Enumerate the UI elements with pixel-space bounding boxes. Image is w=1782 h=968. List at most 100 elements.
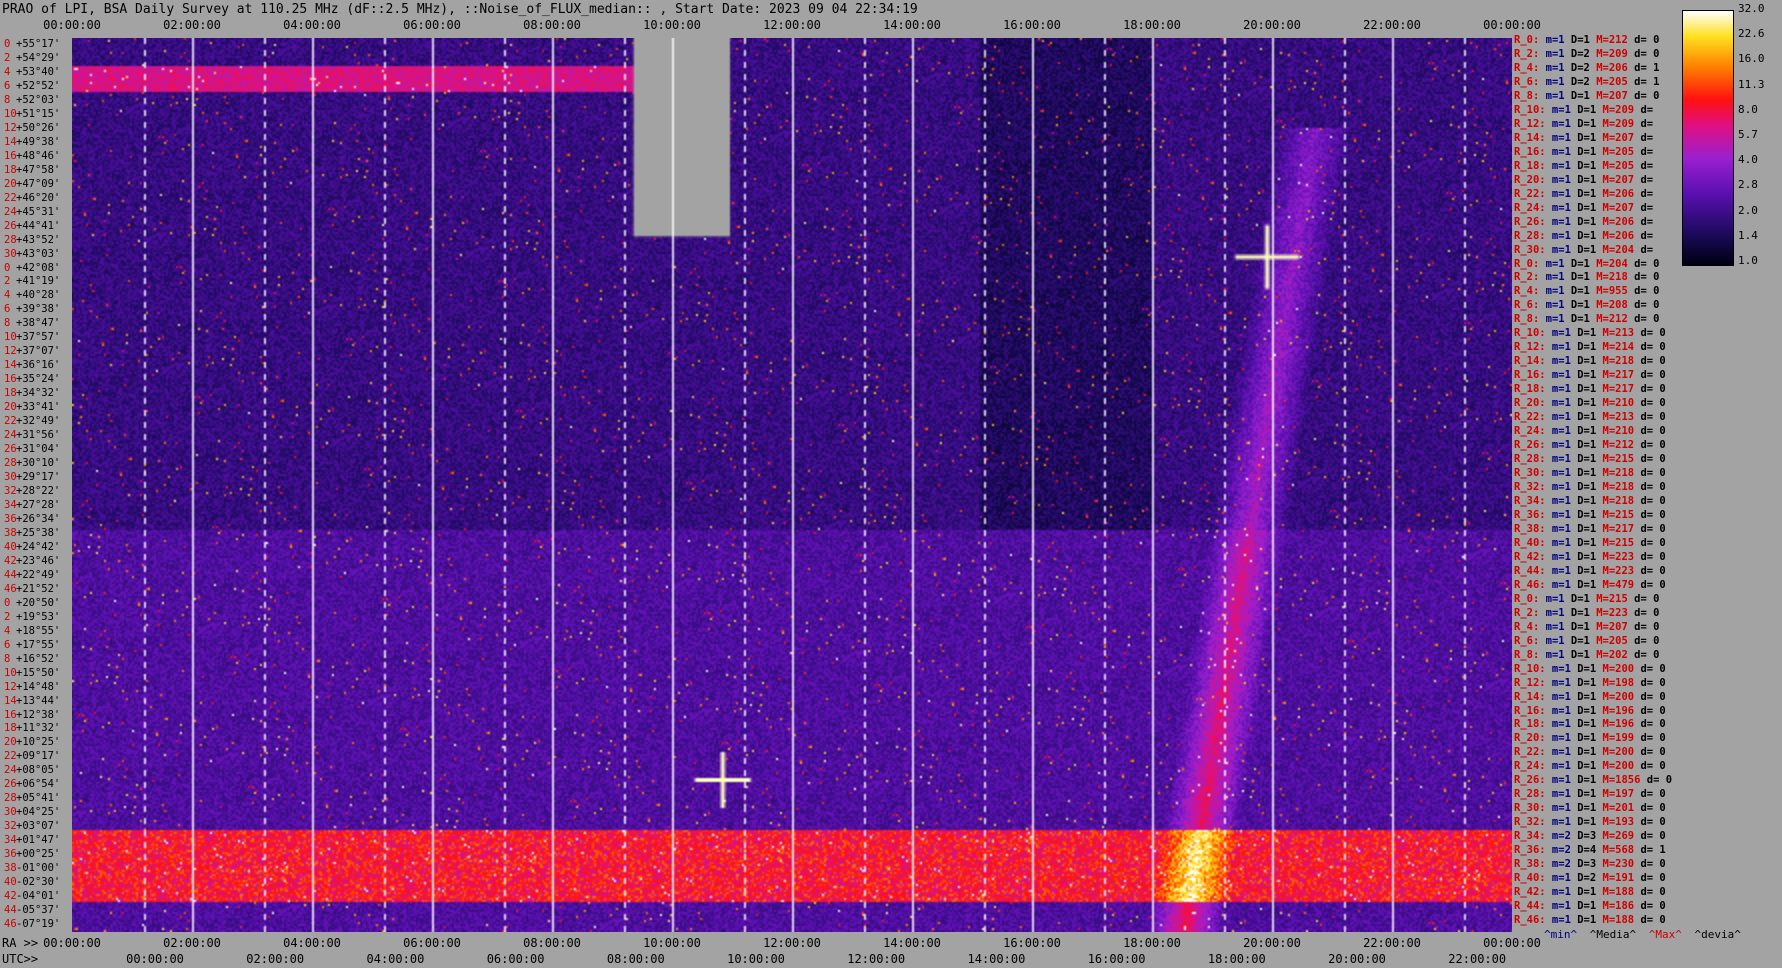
dec-index: 26: [4, 778, 17, 791]
stat-r: R_8:: [1514, 648, 1540, 661]
stat-d: d=: [1634, 103, 1654, 116]
stat-r: R_4:: [1514, 285, 1540, 298]
stat-D: D=1: [1570, 145, 1597, 158]
stat-D: D=1: [1570, 802, 1597, 815]
stat-r: R_26:: [1514, 774, 1546, 787]
stat-d: d= 0: [1634, 830, 1666, 843]
stat-d: d=: [1634, 229, 1654, 242]
stat-D: D=1: [1570, 159, 1597, 172]
stat-m: m=1: [1545, 159, 1571, 172]
stat-D: D=1: [1570, 494, 1597, 507]
stat-d: d=: [1634, 201, 1654, 214]
stat-r: R_38:: [1514, 522, 1546, 535]
stat-M: M=218: [1596, 494, 1635, 507]
stat-m: m=1: [1539, 271, 1565, 284]
stat-r: R_14:: [1514, 131, 1546, 144]
stat-row: R_20: m=1 D=1 M=210 d= 0: [1514, 397, 1666, 409]
stat-d: d= 0: [1634, 453, 1666, 466]
dec-label: 10+15°50': [4, 667, 60, 679]
stat-row: R_32: m=1 D=1 M=193 d= 0: [1514, 816, 1666, 828]
stat-row: R_22: m=1 D=1 M=206 d=: [1514, 188, 1653, 200]
stat-D: D=1: [1570, 536, 1597, 549]
dec-index: 8: [4, 93, 11, 106]
stat-d: d= 0: [1634, 760, 1666, 773]
dec-value: +43°03': [16, 247, 61, 260]
stat-r: R_10:: [1514, 103, 1546, 116]
stat-m: m=1: [1545, 760, 1571, 773]
stat-m: m=1: [1545, 411, 1571, 424]
stat-d: d= 0: [1634, 732, 1666, 745]
dec-index: 16: [4, 373, 17, 386]
stat-D: D=1: [1570, 676, 1597, 689]
ra-axis-tick: 18:00:00: [1123, 936, 1181, 950]
utc-axis-tick: 08:00:00: [606, 952, 665, 966]
ra-axis-label: RA >>: [2, 936, 39, 950]
dec-index: 32: [4, 820, 17, 833]
ra-axis-tick: 00:00:00: [43, 936, 101, 950]
stat-d: d= 0: [1634, 872, 1666, 885]
stat-M: M=196: [1596, 704, 1635, 717]
stat-row: R_18: m=1 D=1 M=217 d= 0: [1514, 383, 1666, 395]
stat-r: R_12:: [1514, 341, 1546, 354]
stat-r: R_16:: [1514, 369, 1546, 382]
dec-label: 14+49°38': [4, 136, 60, 148]
stat-row: R_34: m=2 D=3 M=269 d= 0: [1514, 830, 1666, 842]
stat-d: d= 0: [1634, 886, 1666, 899]
dec-index: 42: [4, 890, 17, 903]
stat-M: M=223: [1589, 606, 1628, 619]
stat-M: M=212: [1596, 439, 1635, 452]
stat-m: m=1: [1545, 117, 1571, 130]
stat-M: M=209: [1589, 47, 1628, 60]
dec-label: 40+24°42': [4, 541, 60, 553]
stat-M: M=214: [1596, 341, 1635, 354]
top-axis-tick: 06:00:00: [403, 18, 461, 32]
stat-m: m=1: [1539, 592, 1565, 605]
dec-value: +47°58': [16, 163, 61, 176]
stat-M: M=230: [1596, 858, 1635, 871]
dec-value: +10°25': [16, 736, 61, 749]
stat-row: R_10: m=1 D=1 M=200 d= 0: [1514, 663, 1666, 675]
dec-value: +31°56': [16, 429, 61, 442]
stat-row: R_46: m=1 D=1 M=479 d= 0: [1514, 579, 1666, 591]
stat-d: d= 0: [1634, 341, 1666, 354]
dec-label: 20+10°25': [4, 736, 60, 748]
dec-index: 6: [4, 303, 11, 316]
dec-label: 8 +16°52': [4, 653, 60, 665]
stat-M: M=218: [1596, 355, 1635, 368]
stat-D: D=1: [1564, 648, 1590, 661]
stat-d: d= 0: [1634, 788, 1666, 801]
dec-index: 44: [4, 568, 17, 581]
stat-m: m=1: [1545, 173, 1571, 186]
dec-label: 34+01°47': [4, 834, 60, 846]
stat-d: d= 0: [1634, 355, 1666, 368]
dec-value: +55°17': [16, 38, 61, 50]
stat-d: d= 0: [1634, 858, 1666, 871]
stat-M: M=206: [1596, 215, 1635, 228]
stat-M: M=207: [1596, 131, 1635, 144]
stat-M: M=207: [1589, 620, 1628, 633]
stat-D: D=1: [1570, 690, 1597, 703]
stat-row: R_28: m=1 D=1 M=215 d= 0: [1514, 453, 1666, 465]
stat-D: D=1: [1570, 453, 1597, 466]
stat-row: R_14: m=1 D=1 M=207 d=: [1514, 132, 1653, 144]
dec-value: -02°30': [16, 876, 61, 889]
stat-D: D=1: [1564, 271, 1590, 284]
dec-value: +04°25': [16, 806, 61, 819]
ra-axis-tick: 10:00:00: [643, 936, 701, 950]
dec-index: 26: [4, 443, 17, 456]
stat-M: M=197: [1596, 788, 1635, 801]
stat-m: m=1: [1545, 145, 1571, 158]
dec-index: 22: [4, 415, 17, 428]
colorbar-tick: 5.7: [1738, 128, 1758, 141]
utc-axis-tick: 14:00:00: [967, 952, 1026, 966]
stat-row: R_6: m=1 D=1 M=205 d= 0: [1514, 635, 1659, 647]
stat-d: d= 0: [1627, 299, 1660, 312]
stat-M: M=217: [1596, 369, 1635, 382]
stat-M: M=210: [1596, 397, 1635, 410]
stat-D: D=1: [1570, 229, 1597, 242]
stat-M: M=479: [1596, 578, 1635, 591]
stat-r: R_12:: [1514, 676, 1546, 689]
stat-row: R_2: m=1 D=1 M=223 d= 0: [1514, 607, 1659, 619]
dec-label: 36+00°25': [4, 848, 60, 860]
stat-m: m=1: [1545, 494, 1571, 507]
